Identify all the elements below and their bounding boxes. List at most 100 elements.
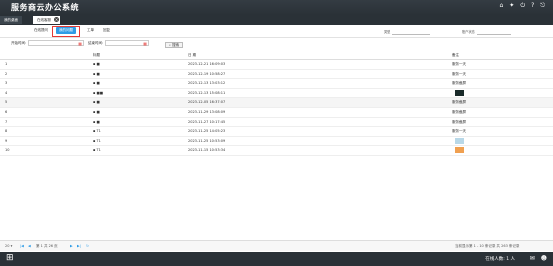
table-row[interactable]: 9 ▪ T1 2023-11-25 10:53:09	[0, 137, 553, 147]
ask-button[interactable]: 在线提问	[31, 27, 51, 34]
row-date: 2023-12-13 13:03:12	[188, 81, 226, 86]
table-row[interactable]: 5 ▪ ■ 2023-12-05 16:37:07 服务截屏	[0, 98, 553, 108]
app-title: 服务商云办公系统	[11, 3, 79, 12]
status-filter-label: 账户状态	[462, 30, 475, 34]
row-title: ▪ ■■	[93, 90, 104, 95]
table-row[interactable]: 8 ▪ T1 2023-11-25 14:05:23 服务一天	[0, 127, 553, 137]
end-date-label: 结束时间:	[88, 41, 104, 45]
row-number: 2	[5, 71, 8, 76]
row-note: 服务截屏	[452, 81, 466, 86]
table-row[interactable]: 4 ▪ ■■ 2023-12-13 15:08:11	[0, 89, 553, 99]
bottom-icons: ✉ ☻	[530, 255, 547, 262]
type-filter-label: 类型	[384, 30, 391, 34]
tab-label: 在线客服	[37, 18, 51, 22]
row-number: 10	[5, 148, 10, 153]
row-title: ▪ ■	[93, 81, 100, 86]
row-date: 2023-11-15 10:53:34	[188, 148, 226, 153]
row-note: 服务截屏	[452, 109, 466, 114]
row-number: 8	[5, 129, 8, 134]
last-page-icon[interactable]: ▶|	[77, 244, 81, 248]
row-number: 5	[5, 100, 8, 105]
search-button[interactable]: ⌕ 搜索	[165, 42, 184, 48]
row-note: 服务截屏	[452, 119, 466, 124]
filter-row: 开始时间: ▦ 结束时间: ▦	[0, 38, 553, 48]
refresh-icon[interactable]: ↻	[86, 244, 89, 248]
row-date: 2023-11-25 10:53:09	[188, 138, 226, 143]
data-grid: 标题 日 期 备注 1 ▪ ■ 2023-12-21 16:09:03 服务一天 2 ▪ …	[0, 52, 553, 156]
type-filter[interactable]: 类型	[384, 29, 431, 35]
prev-page-icon[interactable]: ◀	[28, 244, 31, 248]
tab-bar: 我的桌面 在线客服 × 服务地区: 鹤岗 到期时间: 2025-04-06	[0, 15, 553, 36]
calendar-icon[interactable]: ▦	[143, 41, 147, 46]
reply-button[interactable]: 回复	[100, 27, 113, 34]
pager: 20 ▾ |◀ ◀ 第 1 共 26 页 ▶ ▶| ↻ 当前显示第 1 - 10…	[0, 240, 553, 251]
active-highlight-box	[52, 26, 80, 37]
row-thumbnail[interactable]	[455, 147, 464, 154]
home-icon[interactable]: ⌂	[499, 3, 503, 9]
type-select[interactable]	[392, 30, 431, 35]
row-title: ▪ T1	[93, 148, 101, 153]
ticket-button[interactable]: 工单	[84, 27, 97, 34]
table-row[interactable]: 3 ▪ ■ 2023-12-13 13:03:12 服务截屏	[0, 79, 553, 89]
row-date: 2023-12-05 16:37:07	[188, 100, 226, 105]
row-date: 2023-12-21 16:09:03	[188, 62, 226, 66]
calendar-icon[interactable]: ▦	[78, 41, 82, 46]
row-title: ▪ ■	[93, 71, 100, 76]
row-title: ▪ T1	[93, 129, 101, 134]
row-title: ▪ ■	[93, 62, 100, 66]
row-date: 2023-11-29 13:08:09	[188, 109, 226, 114]
first-page-icon[interactable]: |◀	[20, 244, 24, 248]
row-date: 2023-12-19 10:58:27	[188, 71, 226, 76]
row-title: ▪ ■	[93, 100, 100, 105]
col-header-note[interactable]: 备注	[452, 53, 459, 58]
search-icon: ⌕	[169, 43, 171, 47]
row-note: 服务一天	[452, 62, 466, 66]
row-number: 1	[5, 62, 8, 66]
start-date-input[interactable]: ▦	[28, 40, 84, 46]
users-icon[interactable]: ☻	[541, 255, 547, 262]
header-icons: ⌂ ✦ ⏻ ? ⎋	[499, 3, 545, 9]
app-header: 服务商云办公系统 ⌂ ✦ ⏻ ? ⎋	[0, 0, 553, 15]
table-row[interactable]: 2 ▪ ■ 2023-12-19 10:58:27 服务一天	[0, 70, 553, 80]
table-row[interactable]: 10 ▪ T1 2023-11-15 10:53:34	[0, 146, 553, 156]
end-date-input[interactable]: ▦	[105, 40, 149, 46]
grid-header: 标题 日 期 备注	[0, 52, 553, 60]
record-summary: 当前显示第 1 - 10 条记录 共 263 条记录	[455, 244, 520, 248]
help-icon[interactable]: ?	[531, 3, 534, 9]
row-thumbnail[interactable]	[455, 137, 464, 144]
next-page-icon[interactable]: ▶	[70, 244, 73, 248]
status-filter[interactable]: 账户状态	[462, 29, 511, 35]
row-date: 2023-12-13 15:08:11	[188, 90, 226, 95]
row-date: 2023-11-25 14:05:23	[188, 129, 226, 134]
row-note: 服务截屏	[452, 100, 466, 105]
tab-online-service[interactable]: 在线客服 ×	[33, 16, 60, 24]
row-note: 服务一天	[452, 129, 466, 134]
row-number: 3	[5, 81, 8, 86]
table-row[interactable]: 1 ▪ ■ 2023-12-21 16:09:03 服务一天	[0, 60, 553, 70]
page-indicator: 第 1 共 26 页	[36, 244, 58, 248]
tab-desktop[interactable]: 我的桌面	[0, 16, 22, 24]
row-title: ▪ T1	[93, 138, 101, 143]
bottom-bar: ⊞ 在线人数: 1 人 ✉ ☻	[0, 252, 553, 266]
start-date-label: 开始时间:	[11, 41, 27, 45]
search-button-label: 搜索	[172, 43, 180, 47]
row-title: ▪ ■	[93, 109, 100, 114]
settings-icon[interactable]: ✦	[509, 3, 514, 9]
status-select[interactable]	[476, 30, 511, 35]
table-row[interactable]: 7 ▪ ■ 2023-11-27 10:17:45 服务截屏	[0, 118, 553, 128]
power-icon[interactable]: ⏻	[520, 3, 525, 9]
col-header-date[interactable]: 日 期	[188, 53, 196, 58]
start-menu-icon[interactable]: ⊞	[6, 254, 14, 263]
chat-icon[interactable]: ✉	[530, 255, 535, 262]
table-row[interactable]: 6 ▪ ■ 2023-11-29 13:08:09 服务截屏	[0, 108, 553, 118]
row-date: 2023-11-27 10:17:45	[188, 119, 226, 124]
col-header-title[interactable]: 标题	[93, 53, 100, 58]
logout-icon[interactable]: ⎋	[540, 3, 545, 9]
close-icon[interactable]: ×	[54, 17, 59, 22]
row-number: 9	[5, 138, 8, 143]
row-note: 服务一天	[452, 71, 466, 76]
page-size-select[interactable]: 20 ▾	[5, 244, 12, 248]
row-number: 6	[5, 109, 8, 114]
row-thumbnail[interactable]	[455, 89, 464, 96]
online-count: 在线人数: 1 人	[485, 257, 515, 262]
